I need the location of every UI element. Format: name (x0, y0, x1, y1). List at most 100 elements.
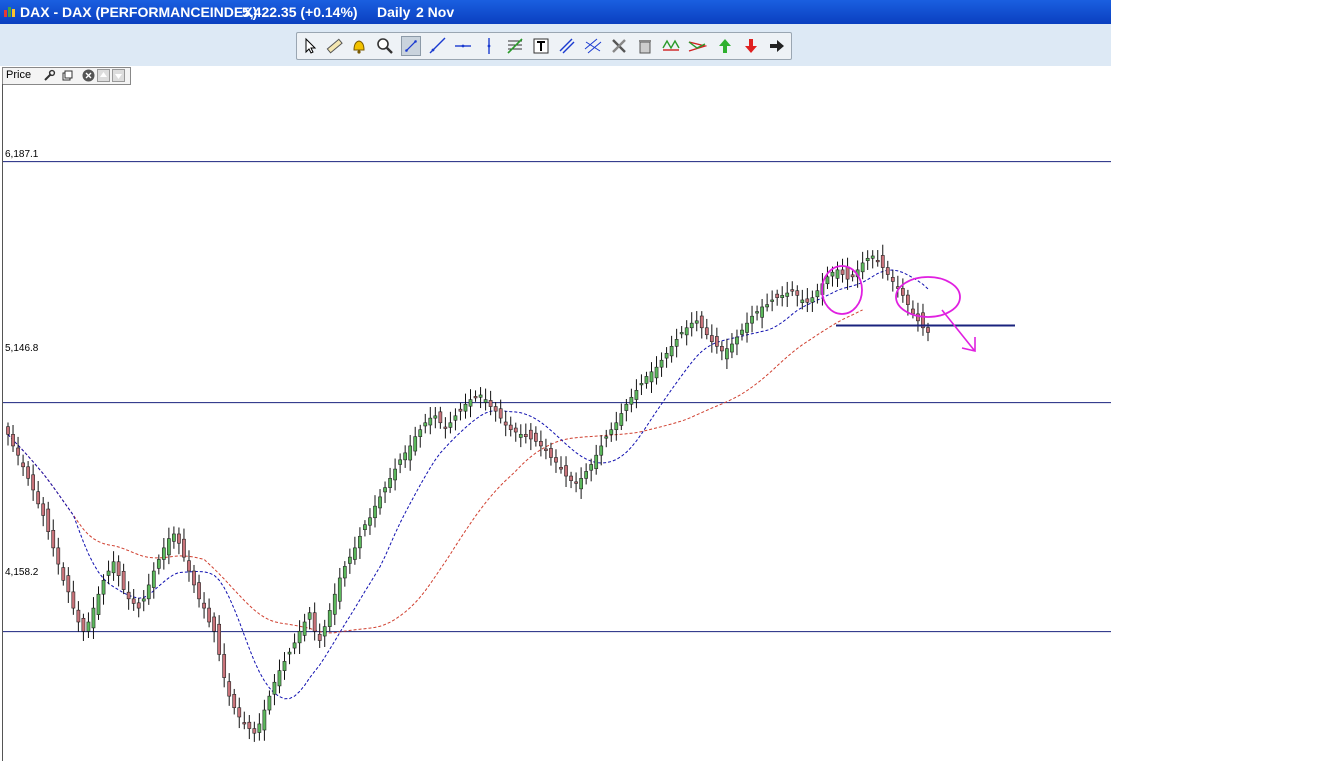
next-arrow-icon[interactable] (767, 36, 787, 56)
candle-body (503, 421, 508, 426)
candle-body (161, 547, 166, 560)
alarm-bell-icon[interactable] (349, 36, 369, 56)
candle-body (513, 427, 518, 433)
candle-body (398, 459, 402, 465)
candle-body (875, 260, 880, 263)
candle-body (584, 471, 589, 479)
wrench-icon[interactable] (43, 69, 56, 82)
chart-area[interactable]: 6,187.1 5,146.8 4,158.2 (0, 66, 1111, 761)
candle-body (453, 415, 458, 421)
candle-body (880, 255, 885, 268)
candle-body (363, 524, 367, 530)
candle-body (227, 681, 232, 697)
candle-body (353, 547, 357, 560)
candle-body (664, 352, 669, 359)
candle-body (116, 561, 121, 576)
triangle-icon[interactable] (687, 36, 707, 56)
candle-body (544, 448, 548, 451)
candle-body (709, 335, 714, 342)
candle-body (694, 320, 699, 324)
candle-body (860, 262, 865, 273)
title-bar: DAX - DAX (PERFORMANCEINDEX) 5,422.35 (+… (0, 0, 1111, 24)
candle-body (498, 408, 503, 419)
candle-body (408, 445, 413, 461)
candle-body (443, 426, 448, 429)
candle-body (312, 612, 317, 632)
candle-body (629, 396, 634, 405)
candle-body (659, 359, 664, 368)
left-axis-line (2, 84, 3, 761)
candle-body (212, 616, 216, 632)
candle-body (619, 413, 624, 426)
trash-icon[interactable] (635, 36, 655, 56)
candle-body (378, 496, 382, 509)
candle-body (368, 517, 372, 526)
candle-body (156, 559, 161, 569)
candle-body (287, 651, 292, 655)
candle-body (750, 315, 754, 324)
candle-body (403, 452, 408, 461)
period-label: Daily (377, 4, 411, 20)
vertical-line-icon[interactable] (479, 36, 499, 56)
candle-body (393, 468, 397, 481)
candle-body (433, 415, 438, 419)
move-down-icon[interactable] (112, 69, 125, 82)
candle-body (322, 626, 327, 637)
tools-icon[interactable] (609, 36, 629, 56)
ruler-icon[interactable] (324, 36, 344, 56)
candle-body (297, 630, 302, 644)
channel-icon[interactable] (557, 36, 577, 56)
candle-body (337, 577, 342, 602)
candle-body (121, 571, 126, 590)
parallel-lines-icon[interactable] (583, 36, 603, 56)
candle-body (358, 535, 362, 549)
move-up-icon[interactable] (97, 69, 110, 82)
candle-body (347, 556, 352, 564)
candle-body (644, 376, 649, 384)
candle-body (172, 533, 176, 542)
candle-body (559, 466, 563, 470)
candle-body (654, 366, 659, 379)
close-icon[interactable] (82, 69, 95, 82)
candle-body (81, 617, 86, 632)
candle-body (16, 447, 20, 456)
select-arrow-icon[interactable] (300, 36, 320, 56)
candle-body (26, 466, 30, 479)
buy-arrow-icon[interactable] (715, 36, 735, 56)
price-chart[interactable] (0, 66, 1111, 761)
candle-body (835, 269, 840, 279)
candle-body (131, 598, 136, 604)
candle-body (564, 465, 568, 477)
text-icon[interactable] (531, 36, 551, 56)
candle-body (141, 598, 146, 602)
candle-body (106, 570, 111, 576)
fibonacci-icon[interactable] (505, 36, 525, 56)
ray-icon[interactable] (427, 36, 447, 56)
candle-body (815, 290, 820, 298)
horizontal-line-icon[interactable] (453, 36, 473, 56)
candle-body (111, 561, 116, 574)
candle-body (890, 277, 895, 282)
candle-body (267, 695, 272, 711)
restore-window-icon[interactable] (61, 69, 74, 82)
candle-body (901, 288, 905, 296)
candle-body (740, 329, 744, 335)
pattern-icon[interactable] (661, 36, 681, 56)
candle-body (508, 424, 513, 431)
trendline-icon[interactable] (401, 36, 421, 56)
sell-arrow-icon[interactable] (741, 36, 761, 56)
candle-body (805, 298, 810, 303)
candle-body (61, 567, 66, 581)
candle-body (86, 621, 91, 632)
candle-body (51, 529, 56, 549)
moving-average-short (7, 269, 929, 700)
candle-body (428, 417, 433, 426)
candle-body (11, 434, 15, 447)
last-price: 5,422.35 (+0.14%) (242, 4, 358, 20)
candle-body (483, 399, 488, 403)
level-label-bottom: 4,158.2 (5, 567, 39, 578)
candle-body (207, 607, 211, 623)
candle-body (639, 383, 644, 386)
candle-body (252, 728, 257, 734)
zoom-icon[interactable] (375, 36, 395, 56)
